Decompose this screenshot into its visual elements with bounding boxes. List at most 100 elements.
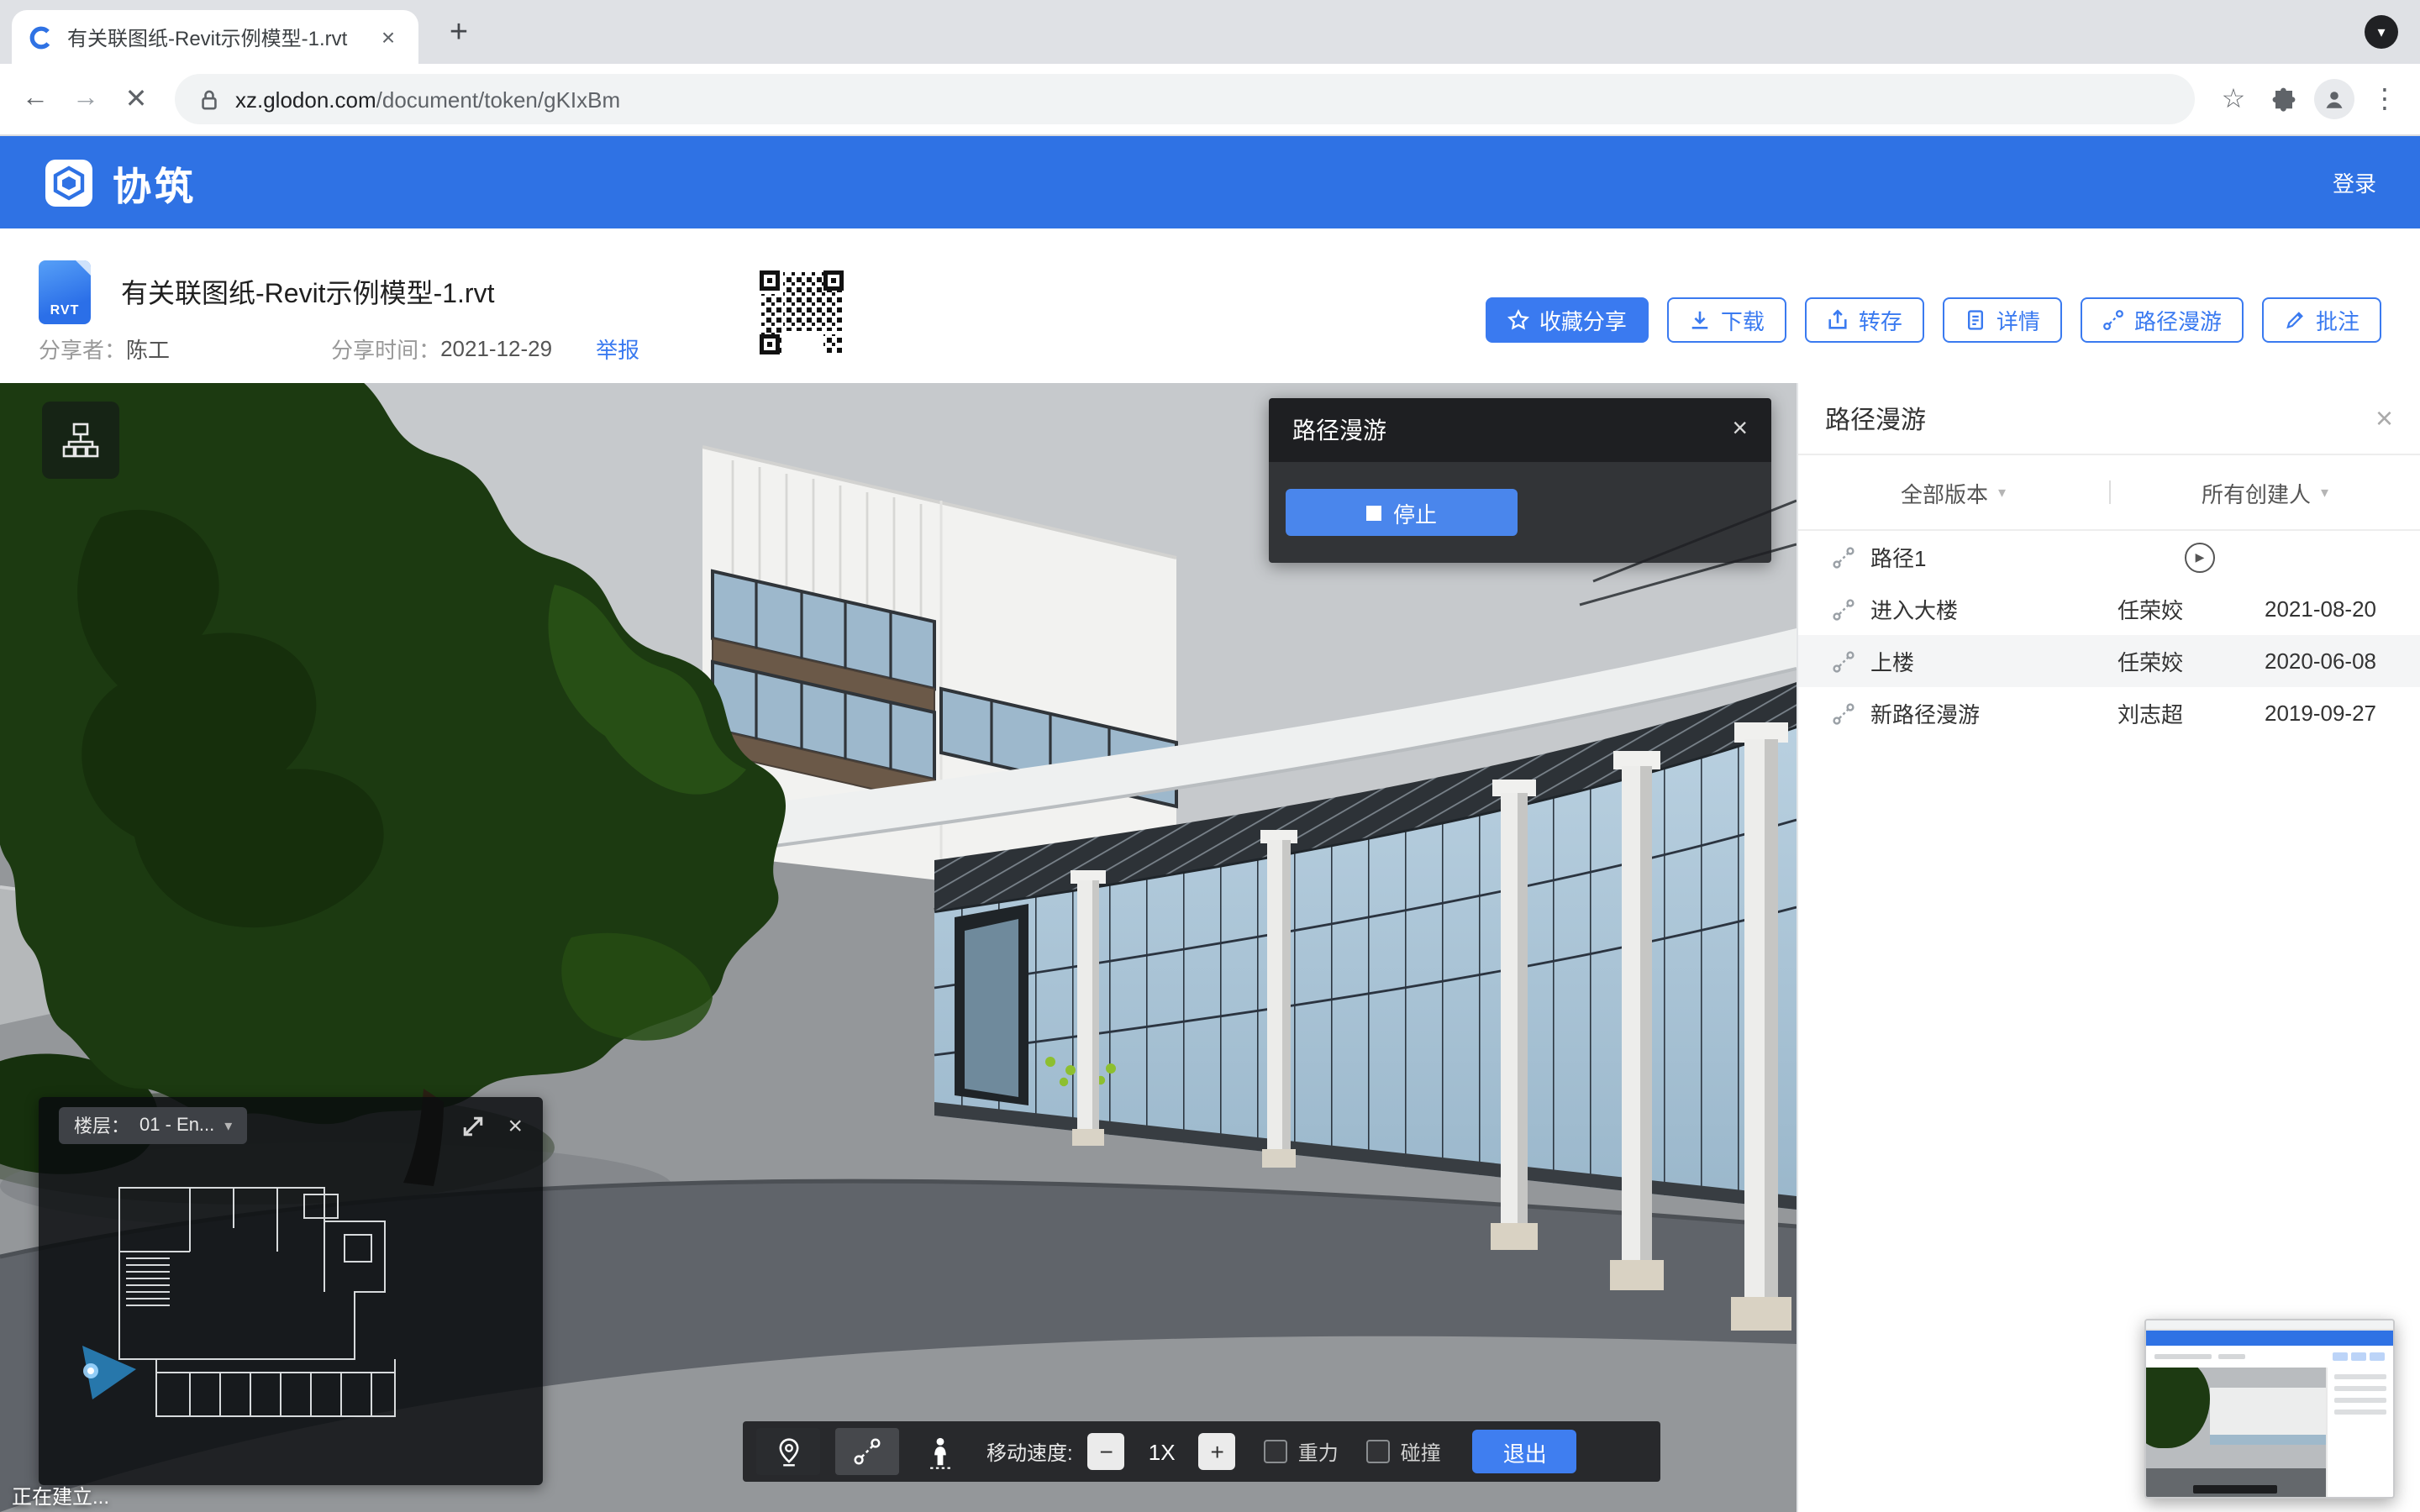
loading-status-text: 正在建立... [12, 1482, 109, 1510]
login-link[interactable]: 登录 [2333, 166, 2376, 198]
walkthrough-panel-body: 停止 [1269, 462, 1771, 563]
walkthrough-list-item[interactable]: 路径1 ▶ [1798, 531, 2420, 583]
person-icon [925, 1434, 954, 1469]
collision-option[interactable]: 碰撞 [1367, 1437, 1441, 1466]
browser-tab[interactable]: 有关联图纸-Revit示例模型-1.rvt × [12, 10, 418, 64]
main-area: 路径漫游 × 停止 楼层： 01 - En... ▾ [0, 383, 2420, 1512]
path-date: 2019-09-27 [2232, 701, 2376, 726]
document-title: 有关联图纸-Revit示例模型-1.rvt [121, 270, 494, 311]
third-person-view-button[interactable] [914, 1428, 965, 1475]
gravity-checkbox[interactable] [1265, 1440, 1288, 1463]
thumbnail-building [2210, 1388, 2326, 1445]
new-tab-button[interactable]: + [437, 12, 481, 55]
path-name: 新路径漫游 [1870, 697, 2118, 729]
download-button[interactable]: 下载 [1667, 297, 1786, 343]
version-filter-dropdown[interactable]: 全部版本 ▾ [1798, 476, 2108, 508]
path-creator: 任荣姣 [2118, 593, 2218, 625]
stop-walkthrough-button[interactable]: 停止 [1286, 489, 1518, 536]
lock-icon [198, 87, 220, 112]
creator-filter-dropdown[interactable]: 所有创建人 ▾ [2110, 476, 2420, 508]
transfer-icon [1827, 309, 1849, 331]
speed-decrease-button[interactable]: − [1088, 1433, 1125, 1470]
minimap-toggle-button[interactable] [756, 1428, 820, 1475]
browser-address-bar: ← → ✕ xz.glodon.com/document/token/gKIxB… [0, 64, 2420, 136]
walkthrough-toolbar: 移动速度: − 1X + 重力 碰撞 退出 [743, 1421, 1660, 1482]
move-speed-label: 移动速度: [986, 1437, 1073, 1466]
collision-checkbox[interactable] [1367, 1440, 1391, 1463]
floorplan-drawing[interactable] [69, 1161, 513, 1477]
minimap-header: 楼层： 01 - En... ▾ × [39, 1097, 543, 1154]
stop-reload-icon[interactable]: ✕ [111, 74, 161, 124]
path-name: 上楼 [1870, 645, 2118, 677]
url-omnibox[interactable]: xz.glodon.com/document/token/gKIxBm [175, 74, 2195, 124]
transfer-save-button[interactable]: 转存 [1805, 297, 1924, 343]
path-item-icon [1832, 701, 1855, 725]
annotate-button[interactable]: 批注 [2262, 297, 2381, 343]
path-nodes-button[interactable] [835, 1428, 899, 1475]
play-button[interactable]: ▶ [2185, 542, 2215, 572]
download-icon [1689, 309, 1711, 331]
thumbnail-tree [2146, 1368, 2210, 1448]
path-item-icon [1832, 545, 1855, 569]
speed-value: 1X [1140, 1439, 1184, 1464]
walkthrough-panel-header[interactable]: 路径漫游 × [1269, 398, 1771, 462]
application-window: 有关联图纸-Revit示例模型-1.rvt × + ▾ ← → ✕ xz.glo… [0, 0, 2420, 1512]
extensions-puzzle-icon[interactable] [2259, 74, 2309, 124]
walkthrough-panel-title: 路径漫游 [1292, 413, 1386, 447]
walkthrough-list-item[interactable]: 新路径漫游 刘志超 2019-09-27 [1798, 687, 2420, 739]
thumbnail-app-header [2146, 1331, 2393, 1346]
profile-avatar[interactable] [2309, 74, 2360, 124]
model-viewer[interactable]: 路径漫游 × 停止 楼层： 01 - En... ▾ [0, 383, 1797, 1512]
pencil-icon [2284, 309, 2306, 331]
app-logo-icon [44, 157, 94, 207]
speed-increase-button[interactable]: + [1199, 1433, 1236, 1470]
sharer-label: 分享者： [39, 333, 126, 365]
details-button[interactable]: 详情 [1943, 297, 2062, 343]
sidebar-close-icon[interactable]: × [2375, 401, 2393, 436]
tab-search-button[interactable]: ▾ [2365, 15, 2398, 49]
brand-name[interactable]: 协筑 [113, 154, 197, 211]
floor-selector[interactable]: 楼层： 01 - En... ▾ [59, 1107, 247, 1144]
document-icon [1965, 309, 1986, 331]
path-date: 2020-06-08 [2232, 648, 2376, 674]
thumbnail-main [2146, 1368, 2393, 1499]
walkthrough-control-panel: 路径漫游 × 停止 [1269, 398, 1771, 563]
walkthrough-button[interactable]: 路径漫游 [2081, 297, 2244, 343]
thumbnail-toolbar [2193, 1485, 2277, 1494]
tab-close-icon[interactable]: × [375, 24, 402, 50]
expand-icon[interactable] [462, 1115, 484, 1137]
walkthrough-list-item[interactable]: 进入大楼 任荣姣 2021-08-20 [1798, 583, 2420, 635]
chevron-down-icon: ▾ [224, 1116, 232, 1135]
forward-icon[interactable]: → [60, 74, 111, 124]
floor-label: 楼层： [74, 1112, 129, 1139]
report-link[interactable]: 举报 [596, 333, 639, 365]
gravity-option[interactable]: 重力 [1265, 1437, 1339, 1466]
browser-menu-kebab-icon[interactable]: ⋮ [2360, 74, 2410, 124]
browser-tab-strip: 有关联图纸-Revit示例模型-1.rvt × + ▾ [0, 0, 2420, 64]
share-time: 2021-12-29 [440, 336, 552, 361]
chevron-down-icon: ▾ [1998, 483, 2006, 501]
thumbnail-scene [2146, 1368, 2326, 1499]
bookmark-star-icon[interactable]: ☆ [2208, 74, 2259, 124]
path-walkthrough-icon [2102, 309, 2124, 331]
floorplan-minimap-panel: 楼层： 01 - En... ▾ × [39, 1097, 543, 1485]
sidebar-filters: 全部版本 ▾ 所有创建人 ▾ [1798, 455, 2420, 531]
walkthrough-list-item-selected[interactable]: 上楼 任荣姣 2020-06-08 [1798, 635, 2420, 687]
rvt-file-icon: RVT [39, 260, 91, 324]
path-name: 进入大楼 [1870, 593, 2118, 625]
walkthrough-panel-close-icon[interactable]: × [1732, 415, 1748, 445]
back-icon[interactable]: ← [10, 74, 60, 124]
url-path: /document/token/gKIxBm [376, 87, 621, 112]
collision-label: 碰撞 [1401, 1437, 1441, 1466]
exit-walkthrough-button[interactable]: 退出 [1473, 1430, 1577, 1473]
thumbnail-road [2146, 1468, 2326, 1499]
stop-square-icon [1366, 505, 1381, 520]
model-tree-button[interactable] [42, 402, 119, 479]
chevron-down-icon: ▾ [2321, 483, 2328, 501]
thumbnail-doc-bar [2146, 1346, 2393, 1368]
page-thumbnail[interactable] [2144, 1319, 2395, 1499]
sidebar-title: 路径漫游 [1825, 401, 1926, 436]
model-tree-icon [62, 422, 99, 459]
favorite-share-button[interactable]: 收藏分享 [1486, 297, 1649, 343]
minimap-close-icon[interactable]: × [508, 1111, 523, 1140]
